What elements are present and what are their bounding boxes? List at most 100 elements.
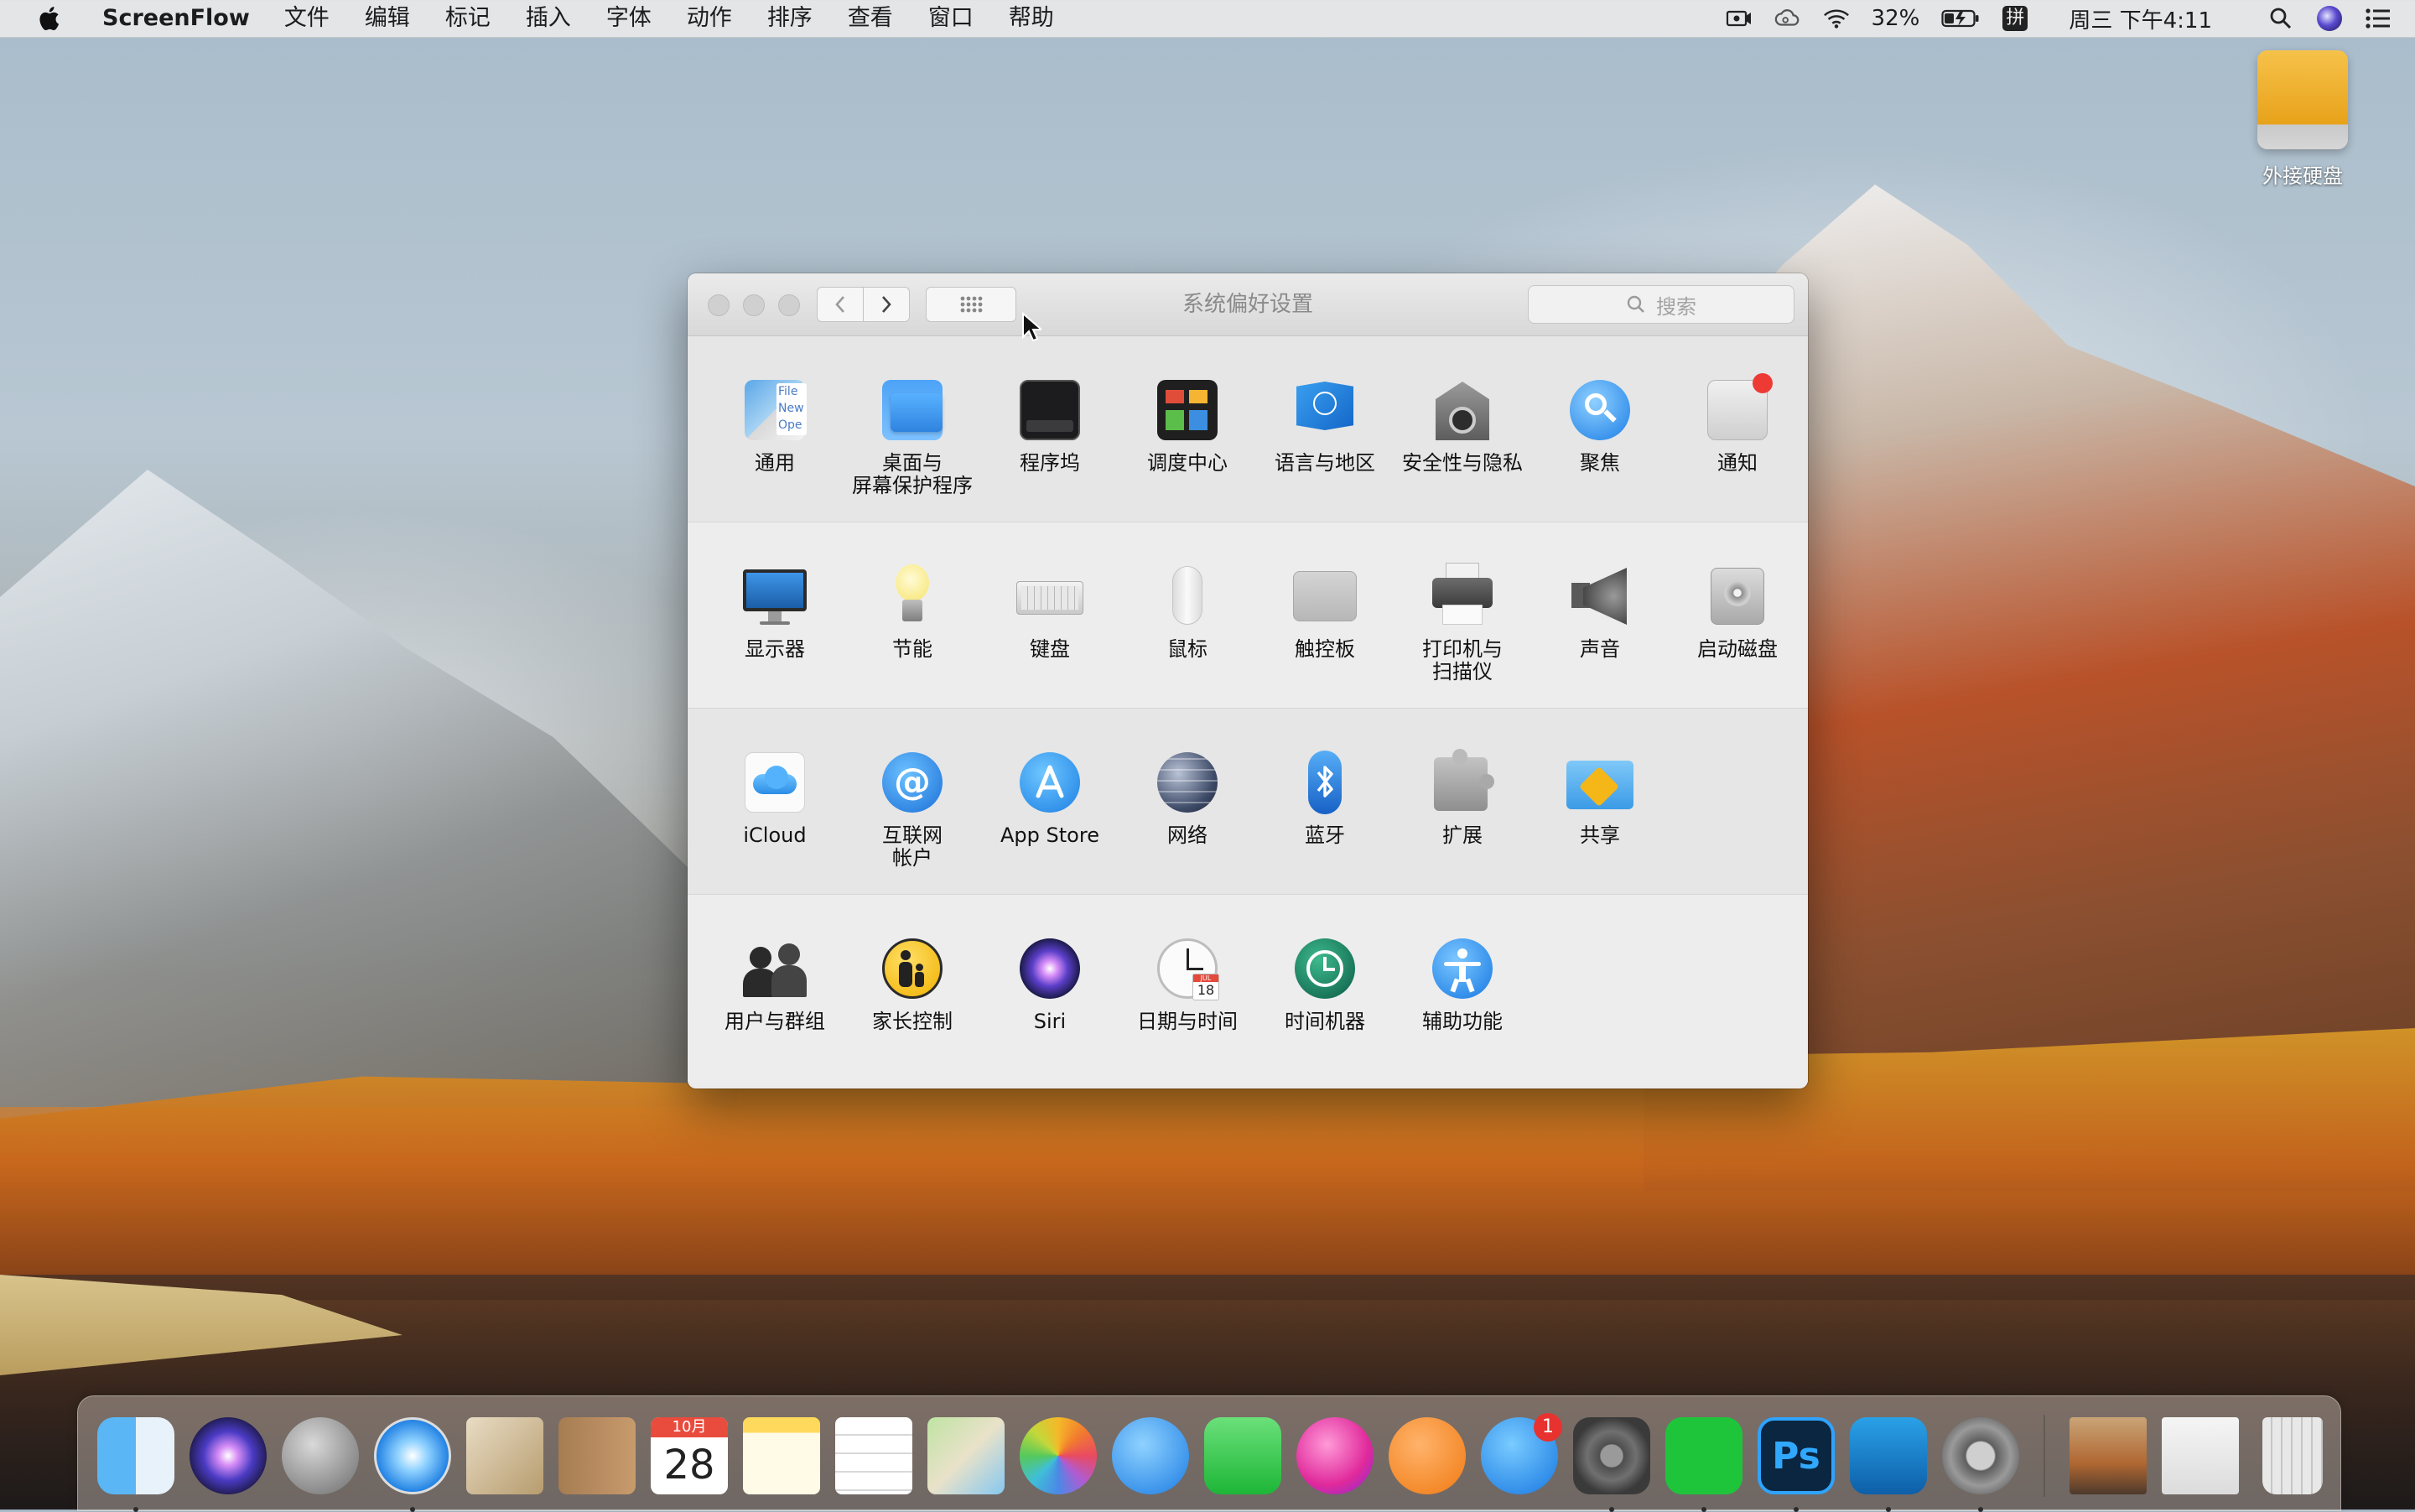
dock-screenflow[interactable] (1842, 1410, 1935, 1512)
preferences-row-internet: iCloud @ 互联网 帐户 App Store 网络 蓝牙 扩展 共享 (688, 709, 1808, 895)
pref-internet-accounts[interactable]: @ 互联网 帐户 (844, 709, 981, 894)
menu-font[interactable]: 字体 (589, 0, 669, 37)
dock-window-thumbnail-2[interactable] (2154, 1410, 2246, 1502)
dock-siri[interactable] (182, 1410, 274, 1502)
pref-network[interactable]: 网络 (1119, 709, 1256, 894)
dock-safari[interactable] (366, 1410, 459, 1512)
apple-menu-icon[interactable] (30, 0, 67, 37)
launchpad-icon (282, 1417, 359, 1494)
pref-keyboard[interactable]: 键盘 (981, 522, 1119, 708)
pref-time-machine[interactable]: 时间机器 (1256, 895, 1394, 1083)
pref-printers-scanners[interactable]: 打印机与 扫描仪 (1394, 522, 1531, 708)
siri-icon (1016, 935, 1083, 1002)
menubar-clock[interactable]: 周三 下午4:11 (2069, 3, 2212, 34)
preferences-row-personal: File New Ope 通用 桌面与 屏幕保护程序 程序坞 调度中心 语言与地… (688, 336, 1808, 522)
pref-general[interactable]: File New Ope 通用 (706, 336, 844, 522)
desktop-external-drive[interactable]: 外接硬盘 (2252, 50, 2353, 189)
dock-itunes[interactable] (1289, 1410, 1381, 1502)
pref-bluetooth[interactable]: 蓝牙 (1256, 709, 1394, 894)
pref-parental-controls[interactable]: 家长控制 (844, 895, 981, 1083)
desktop-screensaver-icon (879, 377, 946, 444)
dock-launchpad[interactable] (274, 1410, 366, 1502)
pref-sharing[interactable]: 共享 (1531, 709, 1669, 894)
dock-window-thumbnail-1[interactable] (2062, 1410, 2154, 1502)
pref-dock[interactable]: 程序坞 (981, 336, 1119, 522)
menu-app-name[interactable]: ScreenFlow (91, 0, 267, 37)
menu-file[interactable]: 文件 (267, 0, 347, 37)
mail-icon (466, 1417, 543, 1494)
pref-accessibility[interactable]: 辅助功能 (1394, 895, 1531, 1083)
menu-window[interactable]: 窗口 (911, 0, 991, 37)
dock-notes[interactable] (735, 1410, 828, 1502)
dock-quicktime[interactable] (1935, 1410, 2027, 1512)
screen-record-icon[interactable] (1726, 6, 1753, 31)
input-method-icon[interactable]: 拼 (2002, 6, 2028, 31)
system-preferences-window: 系统偏好设置 搜索 File New Ope 通用 桌面与 屏幕保护程序 程序坞… (688, 273, 1808, 1089)
pref-mission-control[interactable]: 调度中心 (1119, 336, 1256, 522)
menu-actions[interactable]: 动作 (669, 0, 750, 37)
wallpaper-mountain-left (0, 470, 738, 1107)
sharing-icon (1566, 749, 1633, 816)
iqiyi-icon (1665, 1417, 1742, 1494)
pref-energy-saver[interactable]: 节能 (844, 522, 981, 708)
pref-language-region[interactable]: 语言与地区 (1256, 336, 1394, 522)
accessibility-icon (1429, 935, 1496, 1002)
pref-users-groups[interactable]: 用户与群组 (706, 895, 844, 1083)
dock-maps[interactable] (920, 1410, 1012, 1502)
pref-desktop-screensaver[interactable]: 桌面与 屏幕保护程序 (844, 336, 981, 522)
dock-photos[interactable] (1012, 1410, 1104, 1502)
dock-app-store[interactable]: 1 (1473, 1410, 1566, 1502)
pref-notifications[interactable]: 通知 (1669, 336, 1806, 522)
search-field[interactable]: 搜索 (1528, 285, 1794, 324)
app-store-badge: 1 (1534, 1413, 1562, 1442)
menu-view[interactable]: 查看 (830, 0, 911, 37)
contacts-icon (558, 1417, 636, 1494)
pref-siri[interactable]: Siri (981, 895, 1119, 1083)
pref-mouse[interactable]: 鼠标 (1119, 522, 1256, 708)
pref-icloud[interactable]: iCloud (706, 709, 844, 894)
system-preferences-icon (1573, 1417, 1650, 1494)
safari-icon (374, 1417, 451, 1494)
dock-system-preferences[interactable] (1566, 1410, 1658, 1512)
messages-icon (1112, 1417, 1189, 1494)
creative-cloud-icon[interactable] (1774, 6, 1801, 31)
siri-icon[interactable] (2316, 6, 2343, 31)
pref-trackpad-label: 触控板 (1295, 637, 1355, 661)
window-titlebar[interactable]: 系统偏好设置 搜索 (688, 273, 1808, 336)
battery-icon[interactable] (1941, 6, 1980, 31)
pref-spotlight[interactable]: 聚焦 (1531, 336, 1669, 522)
menu-insert[interactable]: 插入 (508, 0, 589, 37)
menu-annotate[interactable]: 标记 (428, 0, 508, 37)
dock-ibooks[interactable] (1381, 1410, 1473, 1502)
spotlight-icon[interactable] (2267, 6, 2294, 31)
pref-date-time[interactable]: JUL 18 日期与时间 (1119, 895, 1256, 1083)
pref-trackpad[interactable]: 触控板 (1256, 522, 1394, 708)
pref-security-privacy[interactable]: 安全性与隐私 (1394, 336, 1531, 522)
dock-calendar[interactable]: 10月 28 (643, 1410, 735, 1502)
menu-help[interactable]: 帮助 (991, 0, 1072, 37)
photos-icon (1020, 1417, 1097, 1494)
dock-photoshop[interactable]: Ps (1750, 1410, 1842, 1512)
menu-arrange[interactable]: 排序 (750, 0, 830, 37)
dock-messages[interactable] (1104, 1410, 1197, 1502)
dock-finder[interactable] (90, 1410, 182, 1512)
pref-extensions[interactable]: 扩展 (1394, 709, 1531, 894)
menu-edit[interactable]: 编辑 (347, 0, 428, 37)
pref-general-label: 通用 (755, 451, 795, 475)
pref-sound[interactable]: 声音 (1531, 522, 1669, 708)
dock-reminders[interactable] (828, 1410, 920, 1502)
preferences-grid: File New Ope 通用 桌面与 屏幕保护程序 程序坞 调度中心 语言与地… (688, 336, 1808, 1083)
pref-displays[interactable]: 显示器 (706, 522, 844, 708)
dock-contacts[interactable] (551, 1410, 643, 1502)
pref-startup-disk[interactable]: 启动磁盘 (1669, 522, 1806, 708)
notification-center-icon[interactable] (2365, 6, 2392, 31)
dock-mail[interactable] (459, 1410, 551, 1502)
dock-iqiyi[interactable] (1658, 1410, 1750, 1512)
app-store-icon (1016, 749, 1083, 816)
wifi-icon[interactable] (1823, 6, 1850, 31)
dock-facetime[interactable] (1197, 1410, 1289, 1502)
pref-app-store[interactable]: App Store (981, 709, 1119, 894)
dock-trash[interactable] (2246, 1410, 2339, 1502)
facetime-icon (1204, 1417, 1281, 1494)
pref-icloud-label: iCloud (743, 824, 807, 847)
